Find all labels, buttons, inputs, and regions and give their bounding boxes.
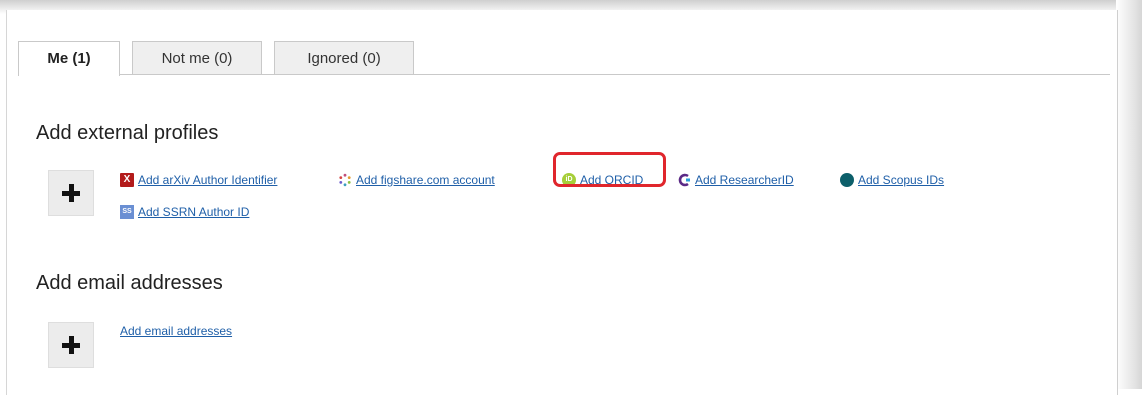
- add-researcherid-link[interactable]: Add ResearcherID: [695, 173, 794, 187]
- ssrn-icon: SS: [120, 205, 134, 219]
- figshare-icon: [338, 173, 352, 187]
- add-scopus-link[interactable]: Add Scopus IDs: [858, 173, 944, 187]
- add-email-button[interactable]: [48, 322, 94, 368]
- external-profiles-heading: Add external profiles: [36, 122, 219, 144]
- tab-divider: [18, 74, 1110, 75]
- researcherid-icon: [677, 173, 691, 187]
- tab-ignored[interactable]: Ignored (0): [274, 41, 414, 75]
- add-email-link[interactable]: Add email addresses: [120, 324, 232, 338]
- link-add-arxiv[interactable]: X Add arXiv Author Identifier: [120, 173, 277, 187]
- link-add-ssrn[interactable]: SS Add SSRN Author ID: [120, 205, 249, 219]
- email-addresses-heading: Add email addresses: [36, 272, 223, 294]
- arxiv-icon: X: [120, 173, 134, 187]
- tab-me[interactable]: Me (1): [18, 41, 120, 76]
- link-add-email[interactable]: Add email addresses: [120, 324, 232, 338]
- orcid-highlight-box: [553, 152, 666, 187]
- scopus-icon: [840, 173, 854, 187]
- tab-not-me[interactable]: Not me (0): [132, 41, 262, 75]
- link-add-researcherid[interactable]: Add ResearcherID: [677, 173, 794, 187]
- link-add-figshare[interactable]: Add figshare.com account: [338, 173, 495, 187]
- add-ssrn-link[interactable]: Add SSRN Author ID: [138, 205, 249, 219]
- add-profile-button[interactable]: [48, 170, 94, 216]
- add-arxiv-link[interactable]: Add arXiv Author Identifier: [138, 173, 277, 187]
- link-add-scopus[interactable]: Add Scopus IDs: [840, 173, 944, 187]
- window-shadow-right: [1116, 0, 1142, 389]
- add-figshare-link[interactable]: Add figshare.com account: [356, 173, 495, 187]
